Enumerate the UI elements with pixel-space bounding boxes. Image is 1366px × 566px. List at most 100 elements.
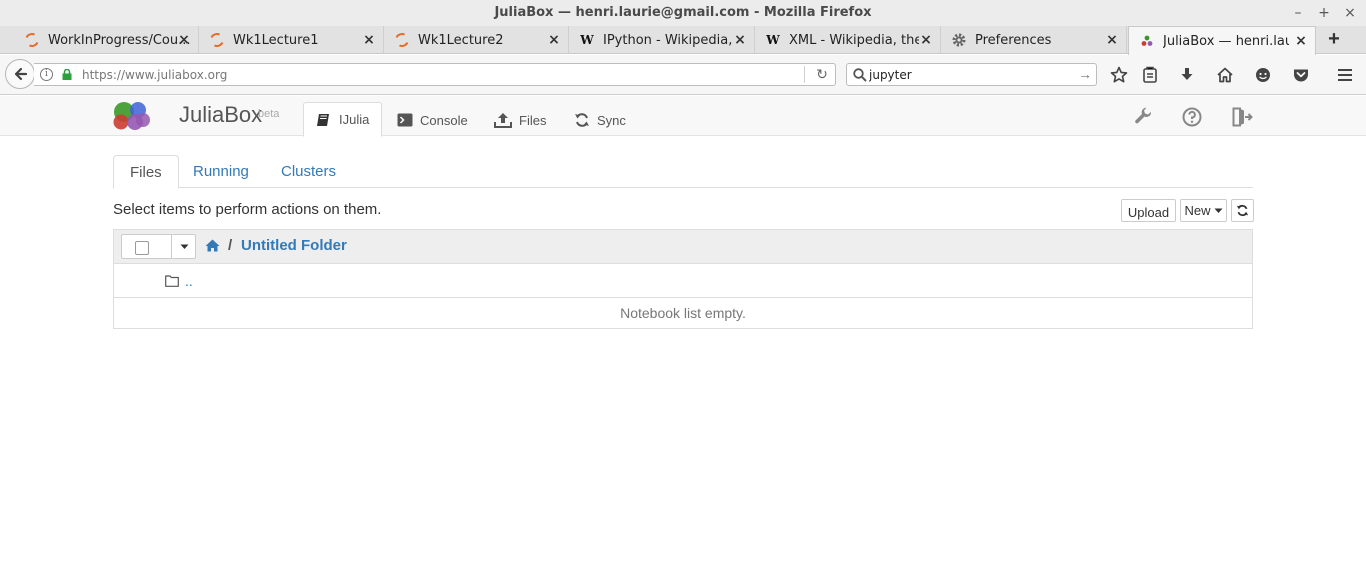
tab-close-button[interactable]: ×	[548, 33, 560, 47]
nav-tab-console[interactable]: Console	[397, 104, 468, 136]
browser-tab[interactable]: WorkInProgress/Cou... ×	[14, 26, 199, 54]
search-bar[interactable]: →	[846, 63, 1097, 86]
tab-close-button[interactable]: ×	[178, 33, 190, 47]
browser-tab-active[interactable]: JuliaBox — henri.laur... ×	[1128, 26, 1316, 55]
tab-close-button[interactable]: ×	[1295, 34, 1307, 48]
tab-label: JuliaBox — henri.laur...	[1163, 33, 1289, 49]
search-icon	[853, 68, 867, 82]
tab-label: Wk1Lecture2	[418, 32, 504, 48]
folder-icon	[165, 275, 179, 287]
refresh-button[interactable]	[1231, 199, 1254, 222]
search-input[interactable]	[869, 65, 1069, 84]
browser-tab-strip: WorkInProgress/Cou... × Wk1Lecture1 × Wk…	[0, 26, 1366, 55]
window-controls: – + ×	[1292, 0, 1356, 26]
jupyter-icon	[23, 31, 41, 49]
window-titlebar: JuliaBox — henri.laurie@gmail.com - Mozi…	[0, 0, 1366, 26]
wikipedia-icon: W	[580, 33, 594, 47]
url-input[interactable]	[82, 65, 782, 84]
tab-close-button[interactable]: ×	[920, 33, 932, 47]
gear-icon	[951, 32, 967, 48]
book-icon	[317, 113, 329, 126]
window-title: JuliaBox — henri.laurie@gmail.com - Mozi…	[494, 5, 872, 20]
nav-tab-label: Files	[519, 112, 547, 128]
maximize-button[interactable]: +	[1318, 0, 1330, 26]
upload-icon	[494, 113, 512, 128]
home-icon[interactable]	[1214, 64, 1236, 86]
browser-tab[interactable]: Wk1Lecture2 ×	[384, 26, 569, 54]
tab-clusters[interactable]: Clusters	[265, 155, 352, 188]
search-go-icon[interactable]: →	[1078, 66, 1092, 82]
select-dropdown-button[interactable]	[171, 235, 196, 258]
juliabox-header: JuliaBox beta IJulia Console Files Sync	[0, 96, 1366, 137]
hamburger-menu-icon[interactable]	[1334, 64, 1356, 86]
empty-list-message: Notebook list empty.	[620, 305, 746, 321]
close-window-button[interactable]: ×	[1344, 0, 1356, 26]
browser-tab[interactable]: W XML - Wikipedia, the ... ×	[755, 26, 941, 54]
help-icon[interactable]	[1181, 106, 1203, 128]
terminal-icon	[397, 113, 413, 127]
minimize-button[interactable]: –	[1292, 0, 1304, 26]
tab-label: WorkInProgress/Cou...	[48, 32, 191, 48]
logout-icon[interactable]	[1231, 106, 1253, 128]
browser-navbar: i ↻ →	[0, 55, 1366, 95]
tab-close-button[interactable]: ×	[1106, 33, 1118, 47]
home-icon[interactable]	[205, 239, 220, 257]
browser-tab[interactable]: W IPython - Wikipedia, t... ×	[569, 26, 755, 54]
reading-list-icon[interactable]	[1139, 64, 1161, 86]
lock-icon	[62, 69, 72, 80]
breadcrumb-folder-link[interactable]: Untitled Folder	[241, 237, 347, 254]
caret-down-icon	[1214, 208, 1222, 213]
tab-label: Wk1Lecture1	[233, 32, 319, 48]
browser-tab[interactable]: Preferences ×	[941, 26, 1127, 54]
browser-tab[interactable]: Wk1Lecture1 ×	[199, 26, 384, 54]
pocket-icon[interactable]	[1290, 64, 1312, 86]
new-dropdown-button[interactable]: New	[1180, 199, 1227, 222]
download-icon[interactable]	[1176, 64, 1198, 86]
back-button[interactable]	[5, 59, 35, 89]
juliabox-logo	[113, 102, 150, 130]
select-all-checkbox[interactable]	[135, 241, 149, 255]
tab-close-button[interactable]: ×	[363, 33, 375, 47]
tab-label: IPython - Wikipedia, t...	[603, 32, 733, 48]
jupyter-icon	[393, 31, 411, 49]
breadcrumb-separator: /	[228, 237, 233, 254]
parent-directory-link[interactable]: ..	[185, 273, 193, 289]
tab-close-button[interactable]: ×	[734, 33, 746, 47]
tab-running[interactable]: Running	[177, 155, 265, 188]
sync-icon	[575, 113, 589, 127]
upload-button-label: Upload	[1127, 205, 1170, 220]
nav-tab-sync[interactable]: Sync	[574, 104, 626, 136]
back-arrow-icon	[14, 67, 28, 81]
selection-hint: Select items to perform actions on them.	[113, 201, 382, 218]
nav-tab-files[interactable]: Files	[494, 104, 546, 136]
files-subtabs: Files Running Clusters	[113, 155, 1253, 189]
nav-tab-label: Console	[420, 112, 468, 128]
upload-button[interactable]: Upload	[1121, 199, 1176, 222]
refresh-icon	[1236, 204, 1249, 217]
brand-name: JuliaBox	[179, 102, 263, 127]
nav-tab-label: IJulia	[339, 112, 370, 127]
wrench-icon[interactable]	[1133, 106, 1155, 128]
juliabox-icon	[1139, 33, 1155, 49]
wikipedia-icon: W	[766, 33, 780, 47]
hello-chat-icon[interactable]	[1252, 64, 1274, 86]
url-bar[interactable]: i ↻	[34, 63, 836, 86]
nav-tab-label: Sync	[597, 112, 626, 128]
tab-label: XML - Wikipedia, the ...	[789, 32, 919, 48]
list-item[interactable]: ..	[114, 264, 1252, 298]
info-icon[interactable]: i	[40, 68, 53, 81]
notebook-list-header: / Untitled Folder	[114, 230, 1252, 264]
select-all-group	[121, 234, 196, 259]
caret-down-icon	[180, 244, 188, 249]
bookmark-star-icon[interactable]	[1108, 64, 1130, 86]
url-separator	[804, 66, 805, 83]
jupyter-icon	[208, 31, 226, 49]
tab-files[interactable]: Files	[113, 155, 179, 189]
reload-icon[interactable]: ↻	[814, 66, 830, 82]
new-button-label: New	[1184, 203, 1211, 218]
beta-badge: beta	[258, 108, 280, 120]
tab-label: Preferences	[975, 32, 1052, 48]
notebook-list: / Untitled Folder .. Notebook list empty…	[113, 229, 1253, 329]
new-tab-button[interactable]: +	[1322, 26, 1346, 54]
nav-tab-ijulia[interactable]: IJulia	[303, 102, 383, 137]
